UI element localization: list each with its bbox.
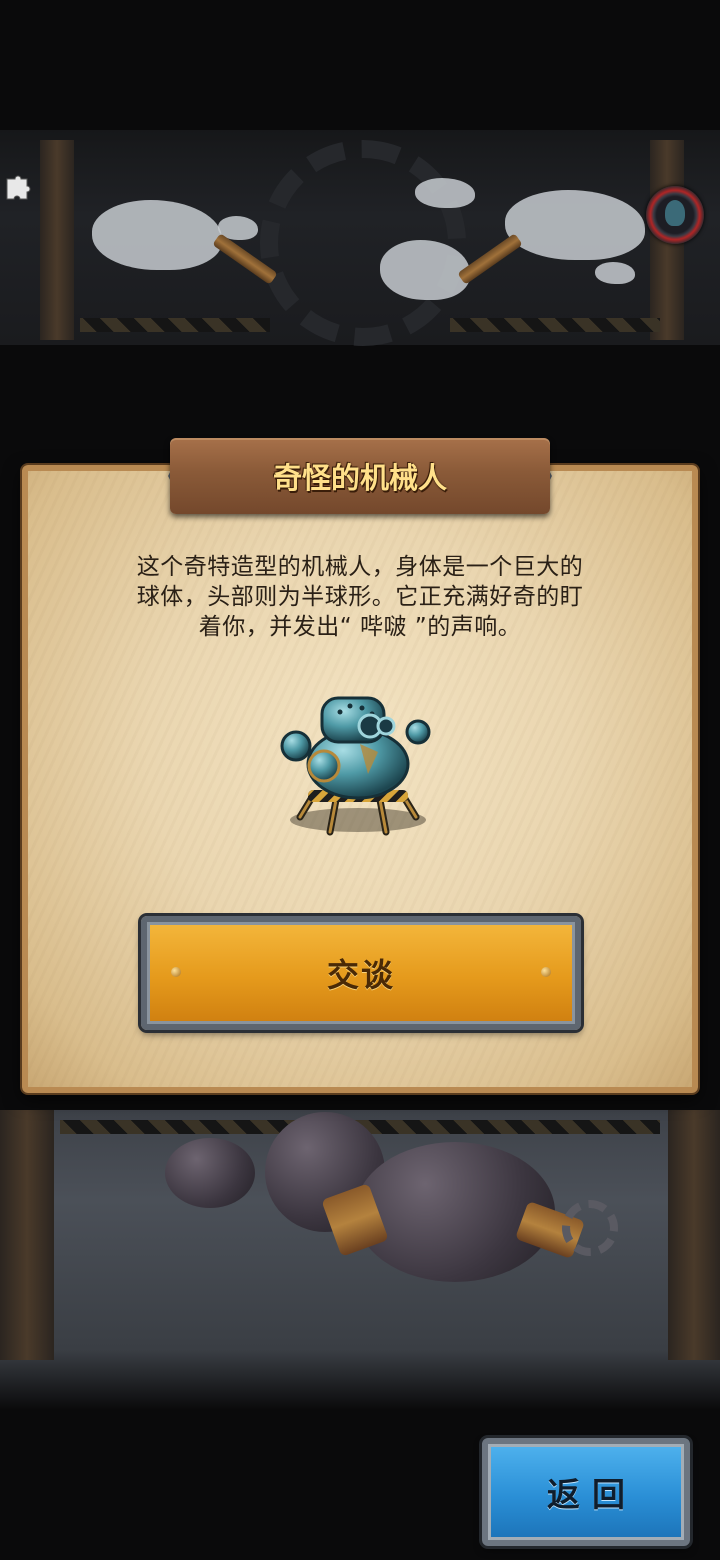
talk-button-label: 交谈 <box>326 956 395 994</box>
back-button[interactable]: 返回 <box>482 1438 690 1546</box>
sphere-robot-icon <box>278 682 438 842</box>
description-line: 着你，并发出“ 哔啵 ”的声响。 <box>198 614 522 640</box>
puzzle-piece-icon[interactable] <box>4 170 36 202</box>
description-line: 这个奇特造型的机械人，身体是一个巨大的 <box>136 554 584 580</box>
rivet-icon <box>541 967 551 977</box>
dialog-title: 奇怪的机械人 <box>272 461 447 495</box>
character-token-icon[interactable] <box>646 186 704 244</box>
talk-button[interactable]: 交谈 <box>141 916 581 1030</box>
description-line: 球体，头部则为半球形。它正充满好奇的盯 <box>136 584 584 610</box>
dialog-description: 这个奇特造型的机械人，身体是一个巨大的 球体，头部则为半球形。它正充满好奇的盯 … <box>100 552 620 642</box>
rivet-icon <box>171 967 181 977</box>
back-button-label: 返回 <box>547 1475 637 1514</box>
